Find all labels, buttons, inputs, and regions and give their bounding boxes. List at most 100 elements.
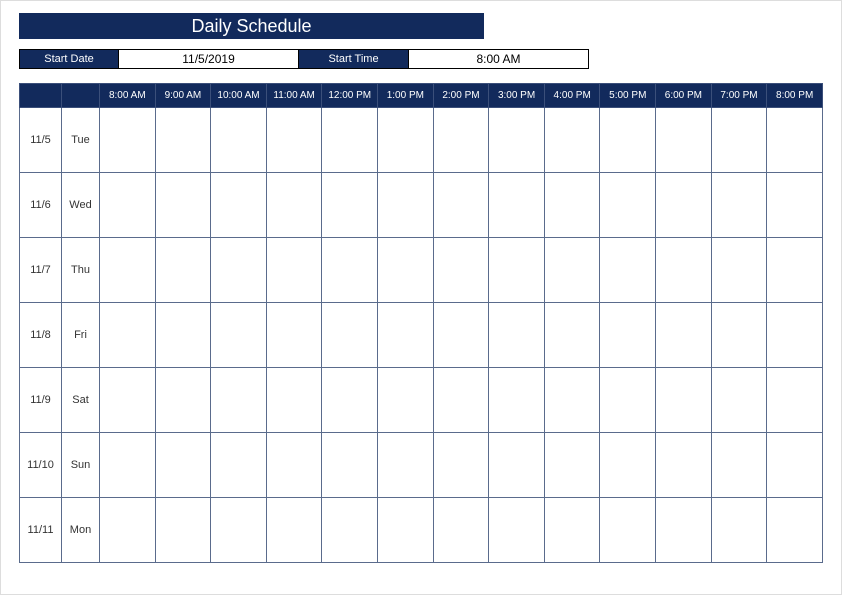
schedule-cell[interactable] xyxy=(155,368,211,433)
schedule-cell[interactable] xyxy=(266,173,322,238)
schedule-cell[interactable] xyxy=(378,173,434,238)
schedule-cell[interactable] xyxy=(656,238,712,303)
schedule-cell[interactable] xyxy=(266,368,322,433)
schedule-cell[interactable] xyxy=(322,498,378,563)
time-header: 4:00 PM xyxy=(544,84,600,108)
schedule-cell[interactable] xyxy=(266,238,322,303)
schedule-cell[interactable] xyxy=(211,303,267,368)
schedule-cell[interactable] xyxy=(155,108,211,173)
schedule-cell[interactable] xyxy=(767,238,823,303)
start-time-input[interactable]: 8:00 AM xyxy=(409,49,589,69)
schedule-cell[interactable] xyxy=(600,433,656,498)
schedule-cell[interactable] xyxy=(711,498,767,563)
schedule-cell[interactable] xyxy=(656,498,712,563)
table-row: 11/5Tue xyxy=(20,108,823,173)
schedule-cell[interactable] xyxy=(100,368,156,433)
time-header-row: 8:00 AM 9:00 AM 10:00 AM 11:00 AM 12:00 … xyxy=(20,84,823,108)
schedule-cell[interactable] xyxy=(100,238,156,303)
schedule-cell[interactable] xyxy=(266,108,322,173)
schedule-cell[interactable] xyxy=(767,303,823,368)
schedule-cell[interactable] xyxy=(211,498,267,563)
schedule-cell[interactable] xyxy=(489,173,545,238)
schedule-cell[interactable] xyxy=(433,433,489,498)
schedule-cell[interactable] xyxy=(266,303,322,368)
schedule-cell[interactable] xyxy=(378,368,434,433)
schedule-cell[interactable] xyxy=(711,238,767,303)
schedule-cell[interactable] xyxy=(767,498,823,563)
schedule-cell[interactable] xyxy=(322,108,378,173)
schedule-cell[interactable] xyxy=(489,303,545,368)
schedule-cell[interactable] xyxy=(489,498,545,563)
schedule-cell[interactable] xyxy=(211,173,267,238)
schedule-cell[interactable] xyxy=(544,108,600,173)
schedule-cell[interactable] xyxy=(544,303,600,368)
schedule-cell[interactable] xyxy=(711,173,767,238)
date-cell: 11/10 xyxy=(20,433,62,498)
schedule-cell[interactable] xyxy=(656,303,712,368)
schedule-cell[interactable] xyxy=(711,433,767,498)
schedule-cell[interactable] xyxy=(433,368,489,433)
schedule-cell[interactable] xyxy=(100,433,156,498)
schedule-cell[interactable] xyxy=(711,303,767,368)
schedule-cell[interactable] xyxy=(211,108,267,173)
schedule-cell[interactable] xyxy=(767,108,823,173)
schedule-cell[interactable] xyxy=(433,303,489,368)
schedule-cell[interactable] xyxy=(266,498,322,563)
schedule-cell[interactable] xyxy=(656,368,712,433)
schedule-cell[interactable] xyxy=(711,108,767,173)
schedule-cell[interactable] xyxy=(322,368,378,433)
schedule-cell[interactable] xyxy=(544,238,600,303)
schedule-cell[interactable] xyxy=(433,238,489,303)
schedule-cell[interactable] xyxy=(489,433,545,498)
schedule-cell[interactable] xyxy=(322,433,378,498)
schedule-cell[interactable] xyxy=(767,433,823,498)
schedule-cell[interactable] xyxy=(489,238,545,303)
schedule-cell[interactable] xyxy=(544,368,600,433)
schedule-cell[interactable] xyxy=(600,238,656,303)
schedule-cell[interactable] xyxy=(711,368,767,433)
schedule-cell[interactable] xyxy=(155,433,211,498)
start-date-input[interactable]: 11/5/2019 xyxy=(119,49,299,69)
time-header: 6:00 PM xyxy=(656,84,712,108)
schedule-cell[interactable] xyxy=(211,238,267,303)
schedule-cell[interactable] xyxy=(211,433,267,498)
schedule-cell[interactable] xyxy=(322,173,378,238)
schedule-cell[interactable] xyxy=(155,173,211,238)
schedule-cell[interactable] xyxy=(155,303,211,368)
schedule-cell[interactable] xyxy=(544,433,600,498)
schedule-cell[interactable] xyxy=(155,238,211,303)
schedule-cell[interactable] xyxy=(489,368,545,433)
schedule-cell[interactable] xyxy=(266,433,322,498)
schedule-cell[interactable] xyxy=(433,173,489,238)
schedule-cell[interactable] xyxy=(100,173,156,238)
schedule-cell[interactable] xyxy=(378,433,434,498)
schedule-cell[interactable] xyxy=(322,303,378,368)
schedule-cell[interactable] xyxy=(378,498,434,563)
schedule-cell[interactable] xyxy=(600,303,656,368)
day-cell: Thu xyxy=(62,238,100,303)
schedule-cell[interactable] xyxy=(378,238,434,303)
schedule-cell[interactable] xyxy=(100,498,156,563)
schedule-cell[interactable] xyxy=(433,498,489,563)
schedule-cell[interactable] xyxy=(322,238,378,303)
schedule-cell[interactable] xyxy=(100,108,156,173)
schedule-cell[interactable] xyxy=(378,303,434,368)
schedule-cell[interactable] xyxy=(100,303,156,368)
schedule-cell[interactable] xyxy=(656,433,712,498)
schedule-cell[interactable] xyxy=(155,498,211,563)
schedule-cell[interactable] xyxy=(656,173,712,238)
schedule-cell[interactable] xyxy=(600,108,656,173)
schedule-cell[interactable] xyxy=(767,368,823,433)
schedule-cell[interactable] xyxy=(211,368,267,433)
time-header: 9:00 AM xyxy=(155,84,211,108)
schedule-cell[interactable] xyxy=(600,173,656,238)
schedule-cell[interactable] xyxy=(489,108,545,173)
schedule-cell[interactable] xyxy=(600,368,656,433)
schedule-cell[interactable] xyxy=(378,108,434,173)
schedule-cell[interactable] xyxy=(433,108,489,173)
schedule-cell[interactable] xyxy=(656,108,712,173)
schedule-cell[interactable] xyxy=(767,173,823,238)
schedule-cell[interactable] xyxy=(600,498,656,563)
schedule-cell[interactable] xyxy=(544,498,600,563)
schedule-cell[interactable] xyxy=(544,173,600,238)
